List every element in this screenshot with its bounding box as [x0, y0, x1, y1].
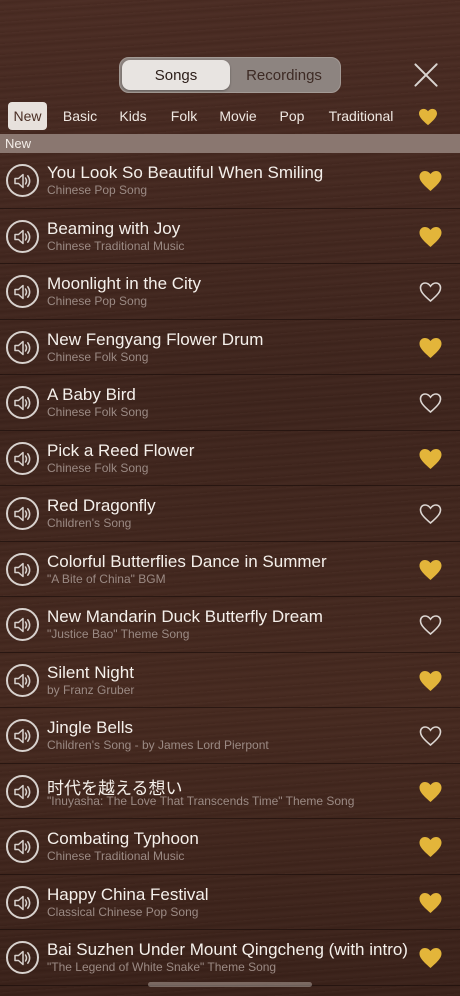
speaker-icon[interactable]	[6, 219, 39, 253]
song-subtitle: Chinese Traditional Music	[47, 238, 185, 253]
song-row[interactable]: Happy China Festival Classical Chinese Po…	[0, 875, 460, 930]
song-title: Jingle Bells	[47, 718, 133, 737]
tab-kids[interactable]: Kids	[113, 102, 153, 130]
song-title: New Fengyang Flower Drum	[47, 329, 264, 349]
song-title: A Baby Bird	[47, 385, 136, 404]
song-subtitle: Chinese Pop Song	[47, 294, 148, 308]
song-title: Red Dragonfly	[47, 496, 156, 515]
favorite-heart-outline-icon[interactable]	[418, 503, 443, 525]
song-title: Pick a Reed Flower	[47, 440, 195, 460]
favorite-heart-outline-icon[interactable]	[418, 281, 443, 303]
category-tabs: New Basic Kids Folk Movie Pop Traditiona…	[0, 102, 460, 132]
speaker-icon[interactable]	[6, 941, 39, 974]
favorite-heart-outline-icon[interactable]	[418, 725, 443, 747]
favorite-heart-filled-icon[interactable]	[418, 892, 443, 914]
song-subtitle: Chinese Folk Song	[47, 405, 149, 419]
songs-tab[interactable]: Songs	[122, 60, 230, 90]
favorite-heart-filled-icon[interactable]	[418, 226, 443, 248]
song-subtitle: Chinese Folk Song	[47, 349, 149, 364]
speaker-icon[interactable]	[6, 830, 39, 863]
song-row[interactable]: Pick a Reed Flower Chinese Folk Song	[0, 431, 460, 486]
section-header: New	[0, 134, 460, 153]
song-subtitle: by Franz Gruber	[47, 682, 135, 697]
song-subtitle: "Justice Bao" Theme Song	[47, 627, 190, 641]
speaker-icon[interactable]	[6, 885, 39, 919]
speaker-icon[interactable]	[6, 552, 39, 586]
song-row[interactable]: Silent Night by Franz Gruber	[0, 653, 460, 708]
speaker-icon[interactable]	[6, 774, 39, 808]
song-row[interactable]: You Look So Beautiful When Smiling Chines…	[0, 153, 460, 209]
song-row[interactable]: Beaming with Joy Chinese Traditional Musi…	[0, 209, 460, 264]
favorite-heart-filled-icon[interactable]	[418, 559, 443, 581]
song-row[interactable]: New Mandarin Duck Butterfly Dream "Justic…	[0, 597, 460, 653]
tab-movie[interactable]: Movie	[214, 102, 262, 130]
top-bar: Songs Recordings	[0, 0, 460, 100]
speaker-icon[interactable]	[6, 330, 39, 364]
favorite-heart-outline-icon[interactable]	[418, 614, 443, 636]
speaker-icon[interactable]	[6, 275, 39, 308]
song-row[interactable]: Red Dragonfly Children's Song	[0, 486, 460, 542]
speaker-icon[interactable]	[6, 164, 39, 197]
speaker-icon[interactable]	[6, 497, 39, 530]
favorite-heart-filled-icon[interactable]	[418, 337, 443, 359]
song-subtitle: Children's Song - by James Lord Pierpont	[47, 738, 269, 752]
speaker-icon[interactable]	[6, 663, 39, 697]
song-title: Combating Typhoon	[47, 829, 199, 848]
song-row[interactable]: Colorful Butterflies Dance in Summer "A B…	[0, 542, 460, 597]
favorites-tab-heart-icon[interactable]	[418, 108, 438, 126]
song-subtitle: "The Legend of White Snake" Theme Song	[47, 960, 277, 974]
song-row[interactable]: Combating Typhoon Chinese Traditional Mus…	[0, 819, 460, 875]
speaker-icon[interactable]	[6, 719, 39, 752]
favorite-heart-filled-icon[interactable]	[418, 670, 443, 692]
songs-recordings-segmented-control: Songs Recordings	[119, 57, 341, 93]
favorite-heart-filled-icon[interactable]	[418, 781, 443, 803]
close-icon[interactable]	[409, 58, 443, 92]
song-title: Silent Night	[47, 662, 134, 682]
favorite-heart-filled-icon[interactable]	[418, 170, 443, 192]
favorite-heart-filled-icon[interactable]	[418, 947, 443, 969]
favorite-heart-filled-icon[interactable]	[418, 448, 443, 470]
song-row[interactable]: New Fengyang Flower Drum Chinese Folk Son…	[0, 320, 460, 375]
tab-traditional[interactable]: Traditional	[322, 102, 400, 130]
favorite-heart-outline-icon[interactable]	[418, 392, 443, 414]
song-row[interactable]: Moonlight in the City Chinese Pop Song	[0, 264, 460, 320]
song-subtitle: Classical Chinese Pop Song	[47, 904, 199, 919]
speaker-icon[interactable]	[6, 441, 39, 475]
song-subtitle: "A Bite of China" BGM	[47, 571, 166, 586]
song-list: You Look So Beautiful When Smiling Chines…	[0, 153, 460, 986]
song-row[interactable]: A Baby Bird Chinese Folk Song	[0, 375, 460, 431]
song-subtitle: Chinese Traditional Music	[47, 849, 185, 863]
song-title: Colorful Butterflies Dance in Summer	[47, 551, 327, 571]
song-title: Beaming with Joy	[47, 218, 181, 238]
tab-new[interactable]: New	[8, 102, 47, 130]
favorite-heart-filled-icon[interactable]	[418, 836, 443, 858]
tab-folk[interactable]: Folk	[165, 102, 203, 130]
speaker-icon[interactable]	[6, 386, 39, 419]
song-row[interactable]: Bai Suzhen Under Mount Qingcheng (with i…	[0, 930, 460, 986]
song-row[interactable]: 时代を越える想い "Inuyasha: The Love That Transce…	[0, 764, 460, 819]
home-indicator	[148, 982, 312, 987]
song-row[interactable]: Jingle Bells Children's Song - by James L…	[0, 708, 460, 764]
recordings-tab[interactable]: Recordings	[230, 60, 338, 90]
song-subtitle: "Inuyasha: The Love That Transcends Time…	[47, 793, 355, 808]
song-title: Happy China Festival	[47, 884, 209, 904]
song-subtitle: Chinese Folk Song	[47, 460, 149, 475]
speaker-icon[interactable]	[6, 608, 39, 641]
tab-pop[interactable]: Pop	[273, 102, 311, 130]
song-title: New Mandarin Duck Butterfly Dream	[47, 607, 323, 626]
song-title: Bai Suzhen Under Mount Qingcheng (with i…	[47, 940, 407, 959]
song-title: You Look So Beautiful When Smiling	[47, 163, 324, 182]
song-subtitle: Children's Song	[47, 516, 132, 530]
song-subtitle: Chinese Pop Song	[47, 183, 148, 197]
tab-basic[interactable]: Basic	[58, 102, 102, 130]
song-title: Moonlight in the City	[47, 274, 202, 293]
